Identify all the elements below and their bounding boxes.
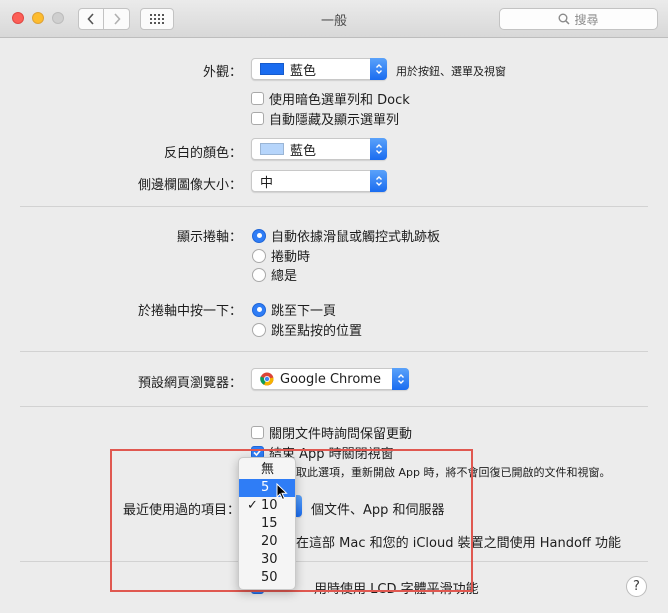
checkbox-box	[251, 426, 264, 439]
auto-hide-menu-checkbox[interactable]: 自動隱藏及顯示選單列	[251, 109, 399, 128]
scrollbars-always-radio[interactable]: 總是	[252, 265, 297, 284]
menu-item-50[interactable]: 50	[239, 569, 295, 587]
chrome-icon	[260, 372, 274, 386]
popup-arrows-icon	[370, 138, 387, 160]
color-swatch	[260, 143, 284, 155]
search-placeholder: 搜尋	[574, 12, 599, 27]
menu-item-label: 無	[261, 462, 275, 477]
dark-menu-checkbox[interactable]: 使用暗色選單列和 Dock	[251, 89, 410, 108]
menu-item-20[interactable]: 20	[239, 533, 295, 551]
default-browser-popup[interactable]: Google Chrome	[251, 368, 409, 390]
radio-selected	[252, 302, 266, 317]
menu-item-none[interactable]: 無	[239, 461, 295, 479]
popup-arrows-icon	[370, 170, 387, 192]
title-bar: 一般 搜尋	[0, 0, 668, 38]
sidebar-icon-size-label: 側邊欄圖像大小：	[137, 178, 242, 193]
checkbox-box	[251, 92, 264, 105]
menu-item-15[interactable]: 15	[239, 515, 295, 533]
mouse-pointer-icon	[276, 483, 288, 501]
help-button[interactable]: ?	[626, 576, 647, 597]
color-swatch	[260, 63, 284, 75]
search-field[interactable]: 搜尋	[499, 8, 658, 30]
dark-menu-label: 使用暗色選單列和 Dock	[269, 93, 410, 108]
radio-unselected	[252, 322, 266, 337]
ask-keep-changes-label: 關閉文件時詢問保留更動	[269, 427, 413, 442]
appearance-hint: 用於按鈕、選單及視窗	[396, 65, 506, 78]
menu-item-label: 20	[261, 534, 278, 549]
sidebar-icon-size-popup[interactable]: 中	[251, 170, 387, 192]
checkbox-box	[251, 112, 264, 125]
highlight-color-label: 反白的顏色：	[163, 146, 242, 161]
scrollbars-scrolling-label: 捲動時	[271, 250, 311, 265]
jump-clicked-spot-label: 跳至點按的位置	[271, 324, 363, 339]
jump-clicked-spot-radio[interactable]: 跳至點按的位置	[252, 320, 362, 339]
click-scrollbar-label: 於捲軸中按一下：	[137, 304, 242, 319]
jump-next-page-radio[interactable]: 跳至下一頁	[252, 300, 336, 319]
menu-item-label: 15	[261, 516, 278, 531]
default-browser-value: Google Chrome	[280, 371, 381, 387]
appearance-label: 外觀：	[202, 65, 242, 80]
sidebar-icon-size-value: 中	[260, 175, 274, 191]
popup-arrows-icon	[392, 368, 409, 390]
scrollbars-auto-label: 自動依據滑鼠或觸控式軌跡板	[271, 230, 441, 245]
popup-arrows-icon	[370, 58, 387, 80]
radio-unselected	[252, 267, 266, 282]
jump-next-page-label: 跳至下一頁	[271, 304, 337, 319]
scrollbars-always-label: 總是	[271, 269, 298, 284]
highlight-color-value: 藍色	[290, 143, 317, 159]
radio-unselected	[252, 248, 266, 263]
menu-item-label: 50	[261, 570, 278, 585]
menu-item-30[interactable]: 30	[239, 551, 295, 569]
appearance-popup[interactable]: 藍色	[251, 58, 387, 80]
recent-items-menu: 無 5 ✓ 10 15 20 30 50	[238, 457, 296, 590]
highlight-color-popup[interactable]: 藍色	[251, 138, 387, 160]
menu-item-label: 5	[261, 480, 270, 495]
default-browser-label: 預設網頁瀏覽器：	[137, 376, 242, 391]
scrollbars-scrolling-radio[interactable]: 捲動時	[252, 246, 310, 265]
show-scrollbars-label: 顯示捲軸：	[176, 230, 242, 245]
checkmark-icon: ✓	[247, 498, 258, 513]
appearance-value: 藍色	[290, 63, 317, 79]
auto-hide-label: 自動隱藏及顯示選單列	[269, 113, 400, 128]
radio-selected	[252, 228, 266, 243]
menu-item-label: 30	[261, 552, 278, 567]
search-icon	[558, 13, 571, 25]
scrollbars-auto-radio[interactable]: 自動依據滑鼠或觸控式軌跡板	[252, 226, 440, 245]
separator	[20, 351, 648, 352]
separator	[20, 206, 648, 207]
separator	[20, 406, 648, 407]
ask-keep-changes-checkbox[interactable]: 關閉文件時詢問保留更動	[251, 423, 412, 442]
